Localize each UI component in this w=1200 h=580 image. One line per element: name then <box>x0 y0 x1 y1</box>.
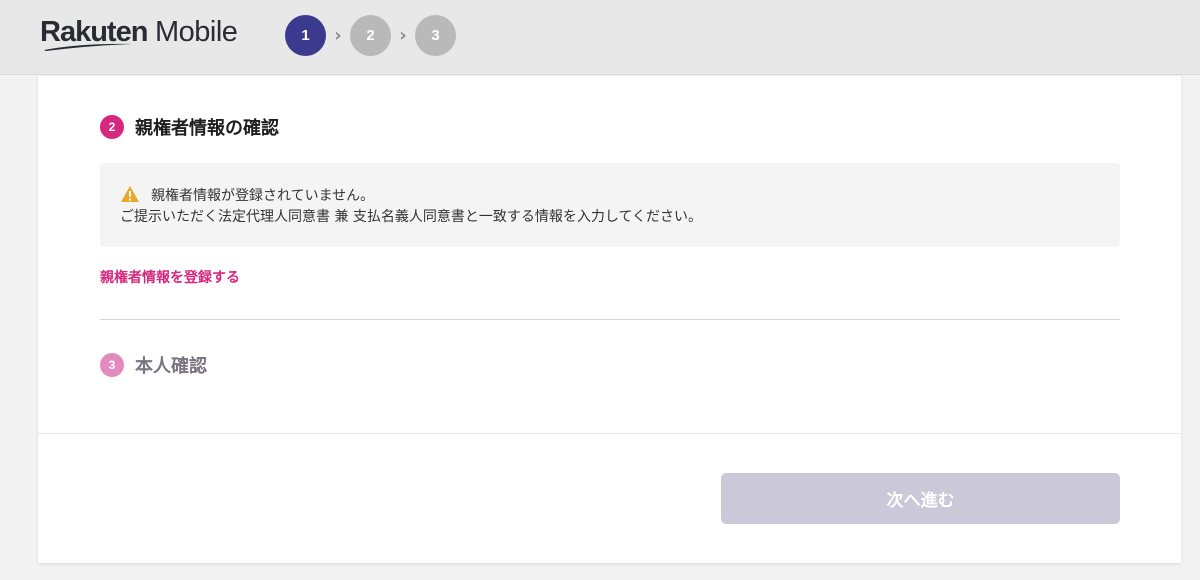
step-separator: › <box>399 24 407 46</box>
main-card: 2 親権者情報の確認 親権者情報が登録されていません。 ご提示いただく法定代理人… <box>38 76 1181 563</box>
step-2: 2 <box>350 14 391 56</box>
section-identity-header: 3 本人確認 <box>100 352 207 378</box>
step-separator: › <box>334 24 342 46</box>
header: Rakuten Mobile 1 › 2 › 3 <box>0 0 1200 75</box>
section-title-identity: 本人確認 <box>135 356 207 377</box>
footer-divider <box>38 433 1181 434</box>
notice-message: 親権者情報が登録されていません。 <box>151 188 375 204</box>
warning-notice: 親権者情報が登録されていません。 ご提示いただく法定代理人同意書 兼 支払名義人… <box>100 163 1120 247</box>
section-number-badge: 2 <box>100 115 124 139</box>
step-1: 1 <box>285 14 326 56</box>
notice-instruction: ご提示いただく法定代理人同意書 兼 支払名義人同意書と一致する情報を入力してくだ… <box>120 209 703 225</box>
section-title-guardian: 親権者情報の確認 <box>135 118 279 139</box>
warning-icon <box>121 186 139 202</box>
section-number-badge: 3 <box>100 353 124 377</box>
step-indicator: 1 › 2 › 3 <box>285 14 456 56</box>
section-guardian-header: 2 親権者情報の確認 <box>100 114 279 140</box>
rakuten-mobile-logo[interactable]: Rakuten Mobile <box>40 16 250 56</box>
next-button[interactable]: 次へ進む <box>721 473 1120 524</box>
logo-product: Mobile <box>147 16 238 48</box>
section-divider <box>100 319 1120 320</box>
logo-swoosh-icon <box>44 43 132 51</box>
register-guardian-link[interactable]: 親権者情報を登録する <box>100 267 240 287</box>
step-3: 3 <box>415 14 456 56</box>
